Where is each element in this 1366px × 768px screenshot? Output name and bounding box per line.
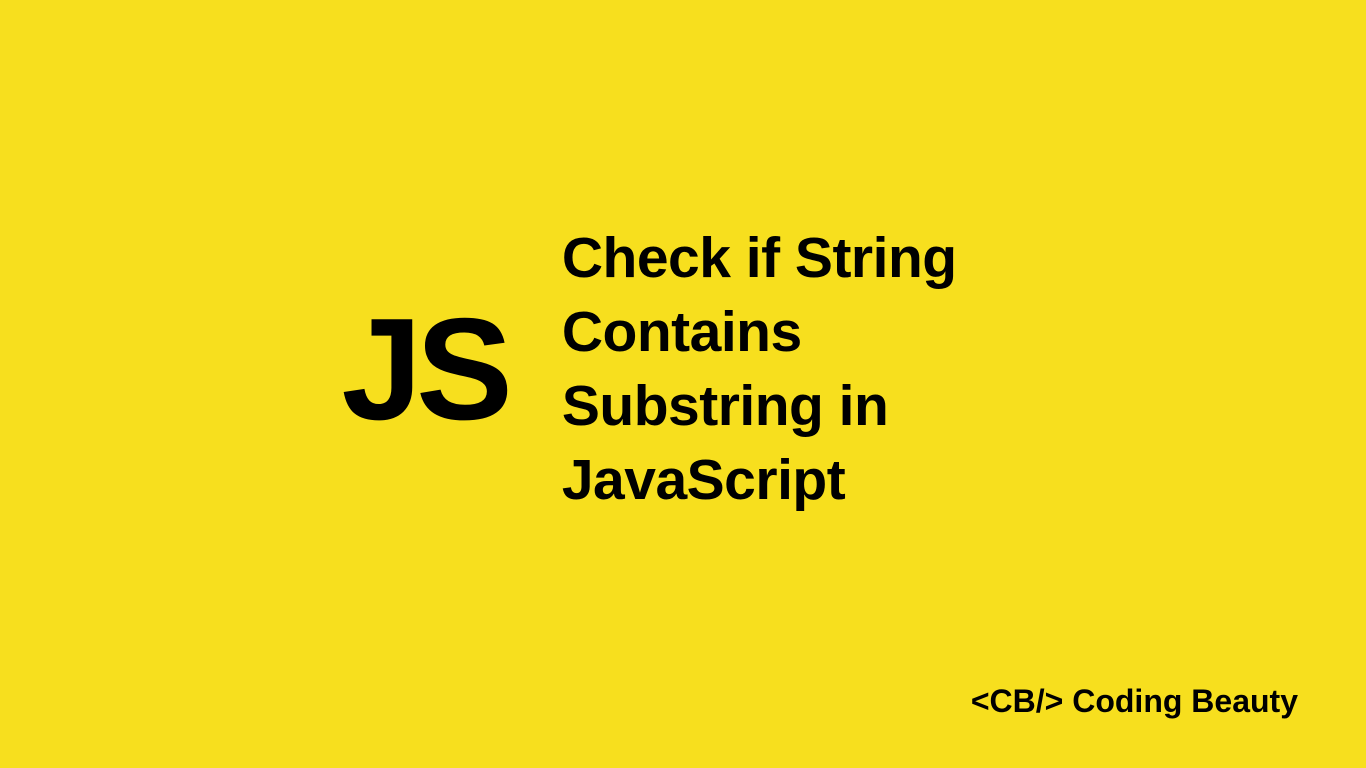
js-badge: JS — [342, 297, 507, 442]
title-line-2: Substring in JavaScript — [562, 369, 1025, 517]
title-line-1: Check if String Contains — [562, 221, 1025, 369]
brand-tag: <CB/> — [971, 683, 1063, 719]
article-title: Check if String Contains Substring in Ja… — [562, 221, 1025, 517]
main-content: JS Check if String Contains Substring in… — [342, 221, 1025, 517]
brand-name: Coding Beauty — [1072, 683, 1298, 719]
brand-signature: <CB/> Coding Beauty — [971, 683, 1298, 720]
